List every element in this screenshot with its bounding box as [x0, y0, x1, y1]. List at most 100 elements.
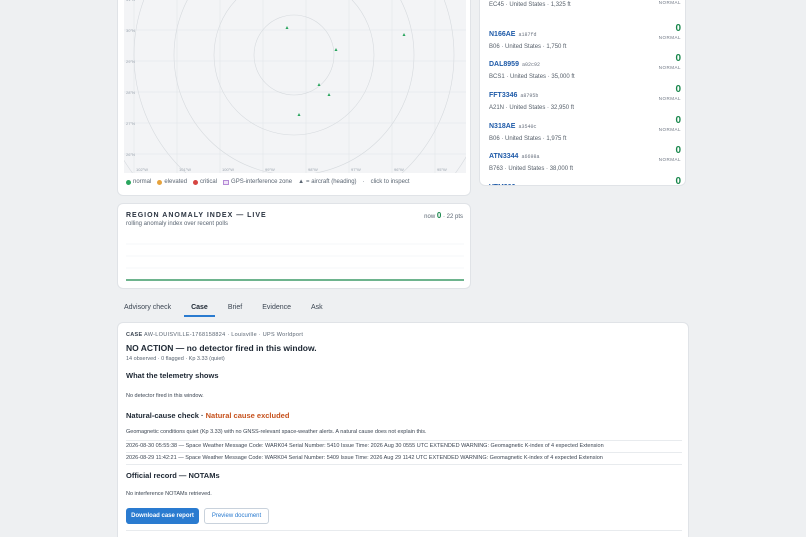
aircraft-details: B06 · United States · 1,750 ft [489, 44, 567, 50]
aircraft-callsign[interactable]: N318AE [489, 123, 515, 130]
aircraft-marker-icon[interactable] [285, 26, 289, 29]
index-chart [126, 243, 464, 281]
lon-label: 101°W [179, 167, 191, 172]
legend-separator: · [362, 179, 365, 185]
lat-label: 27°N [126, 121, 135, 126]
aircraft-callsign[interactable]: VTM306 [489, 184, 515, 185]
aircraft-anomaly-count: 0 [675, 23, 681, 34]
lon-label: 102°W [136, 167, 148, 172]
aircraft-callsign[interactable]: ATN3344 [489, 153, 518, 160]
aircraft-row[interactable]: N166AE a187fd B06 · United States · 1,750 … [489, 23, 681, 51]
index-summary: now 0 · 22 pts [424, 211, 463, 220]
aircraft-status: normal [658, 35, 681, 40]
telemetry-section-text: No detector fired in this window. [126, 393, 204, 399]
aircraft-status: normal [658, 127, 681, 132]
range-ring [124, 156, 466, 173]
aircraft-heading-icon: ▲ [298, 179, 305, 185]
space-weather-alert: 2026-08-30 05:55:38 — Space Weather Mess… [126, 440, 682, 449]
map-card: 31°N 30°N 29°N 28°N 27°N 26°N 102°W 101°W 100°W 9… [117, 0, 471, 196]
index-subtitle: rolling anomaly index over recent polls [126, 221, 229, 227]
aircraft-details: B06 · United States · 1,975 ft [489, 136, 567, 142]
legend-aircraft-label: = aircraft (heading) [306, 179, 357, 185]
tab-case[interactable]: Case [184, 300, 215, 317]
aircraft-callsign[interactable]: FFT3346 [489, 92, 517, 99]
case-tabs: Advisory check Case Brief Evidence Ask [117, 300, 331, 317]
aircraft-marker-icon[interactable] [402, 33, 406, 36]
range-ring [213, 0, 375, 136]
natural-cause-title: Natural-cause check · Natural cause excl… [126, 411, 289, 420]
lat-label: 31°N [126, 0, 135, 2]
aircraft-details: A21N · United States · 32,950 ft [489, 105, 575, 111]
range-ring [253, 14, 335, 96]
legend-elevated-label: elevated [164, 179, 188, 185]
aircraft-status: normal [658, 157, 681, 162]
case-headline: NO ACTION — no detector fired in this wi… [126, 343, 317, 353]
normal-dot-icon [126, 179, 131, 185]
anomaly-index-card: REGION ANOMALY INDEX — LIVE rolling anom… [117, 203, 471, 289]
index-sep: · [442, 214, 445, 220]
legend-normal: normal [126, 179, 151, 185]
aircraft-details: EC45 · United States · 1,325 ft [489, 2, 571, 8]
aircraft-row[interactable]: FFT3346 a8795b A21N · United States · 32,9… [489, 84, 681, 112]
index-now-value: 0 [436, 211, 442, 220]
tab-advisory-check[interactable]: Advisory check [117, 300, 178, 317]
range-ring [133, 0, 455, 173]
aircraft-details: BCS1 · United States · 35,000 ft [489, 74, 575, 80]
preview-document-button[interactable]: Preview document [204, 508, 269, 524]
aircraft-row[interactable]: N318AE a3540c B06 · United States · 1,975 … [489, 115, 681, 143]
index-points: 22 pts [446, 214, 463, 220]
telemetry-section-title: What the telemetry shows [126, 371, 219, 380]
aircraft-callsign[interactable]: DAL8959 [489, 61, 519, 68]
divider [126, 530, 682, 531]
download-case-report-button[interactable]: Download case report [126, 508, 199, 524]
lon-label: 96°W [394, 167, 404, 172]
lat-label: 30°N [126, 28, 135, 33]
map-canvas[interactable]: 31°N 30°N 29°N 28°N 27°N 26°N 102°W 101°W 100°W 9… [124, 0, 466, 173]
case-meta-value: AW-LOUISVILLE-1768158824 · Louisville · … [144, 332, 304, 338]
aircraft-hex: a8795b [520, 93, 539, 99]
legend-normal-label: normal [133, 179, 152, 185]
aircraft-status: normal [658, 0, 681, 5]
airspace-map[interactable]: 31°N 30°N 29°N 28°N 27°N 26°N 102°W 101°W 100°W 9… [124, 0, 466, 173]
aircraft-row[interactable]: ATN3344 a6698a B763 · United States · 38,0… [489, 145, 681, 173]
aircraft-hex: a6698a [521, 154, 540, 160]
elevated-dot-icon [157, 179, 163, 185]
map-legend: normal elevated critical GPS-interferenc… [126, 179, 410, 185]
aircraft-marker-icon[interactable] [327, 93, 331, 96]
case-meta-label: CASE [126, 332, 143, 338]
lon-label: 97°W [351, 167, 361, 172]
aircraft-details: B763 · United States · 38,000 ft [489, 166, 574, 172]
legend-critical-label: critical [200, 179, 218, 185]
legend-click-hint: click to inspect [370, 179, 410, 185]
case-panel: CASE AW-LOUISVILLE-1768158824 · Louisvil… [117, 322, 689, 537]
aircraft-anomaly-count: 0 [675, 115, 681, 126]
aircraft-hex: a02c92 [521, 62, 540, 68]
aircraft-marker-icon[interactable] [334, 48, 338, 51]
aircraft-marker-icon[interactable] [297, 113, 301, 116]
divider [126, 464, 682, 465]
lat-label: 29°N [126, 59, 135, 64]
aircraft-status: normal [658, 96, 681, 101]
lat-label: 26°N [126, 152, 135, 157]
lat-label: 28°N [126, 90, 135, 95]
official-record-title: Official record — NOTAMs [126, 471, 220, 480]
range-ring [173, 0, 415, 173]
legend-gps-zone: GPS-interference zone [223, 179, 292, 185]
aircraft-row[interactable]: VTM3060d0fa20normal [489, 176, 681, 186]
aircraft-status: normal [658, 65, 681, 70]
lon-label: 99°W [265, 167, 275, 172]
tab-brief[interactable]: Brief [221, 300, 249, 317]
aircraft-marker-icon[interactable] [317, 83, 321, 86]
natural-cause-title-prefix: Natural-cause check · [126, 411, 206, 420]
aircraft-anomaly-count: 0 [675, 176, 681, 186]
lon-label: 95°W [437, 167, 447, 172]
tab-evidence[interactable]: Evidence [255, 300, 298, 317]
aircraft-hex: a3540c [518, 124, 537, 130]
legend-critical: critical [193, 179, 217, 185]
tab-ask[interactable]: Ask [304, 300, 330, 317]
legend-gps-zone-label: GPS-interference zone [231, 179, 293, 185]
aircraft-hex: a187fd [518, 32, 537, 38]
aircraft-row[interactable]: DAL8959 a02c92 BCS1 · United States · 35,0… [489, 53, 681, 81]
aircraft-callsign[interactable]: N166AE [489, 31, 515, 38]
gps-zone-swatch-icon [223, 179, 230, 185]
